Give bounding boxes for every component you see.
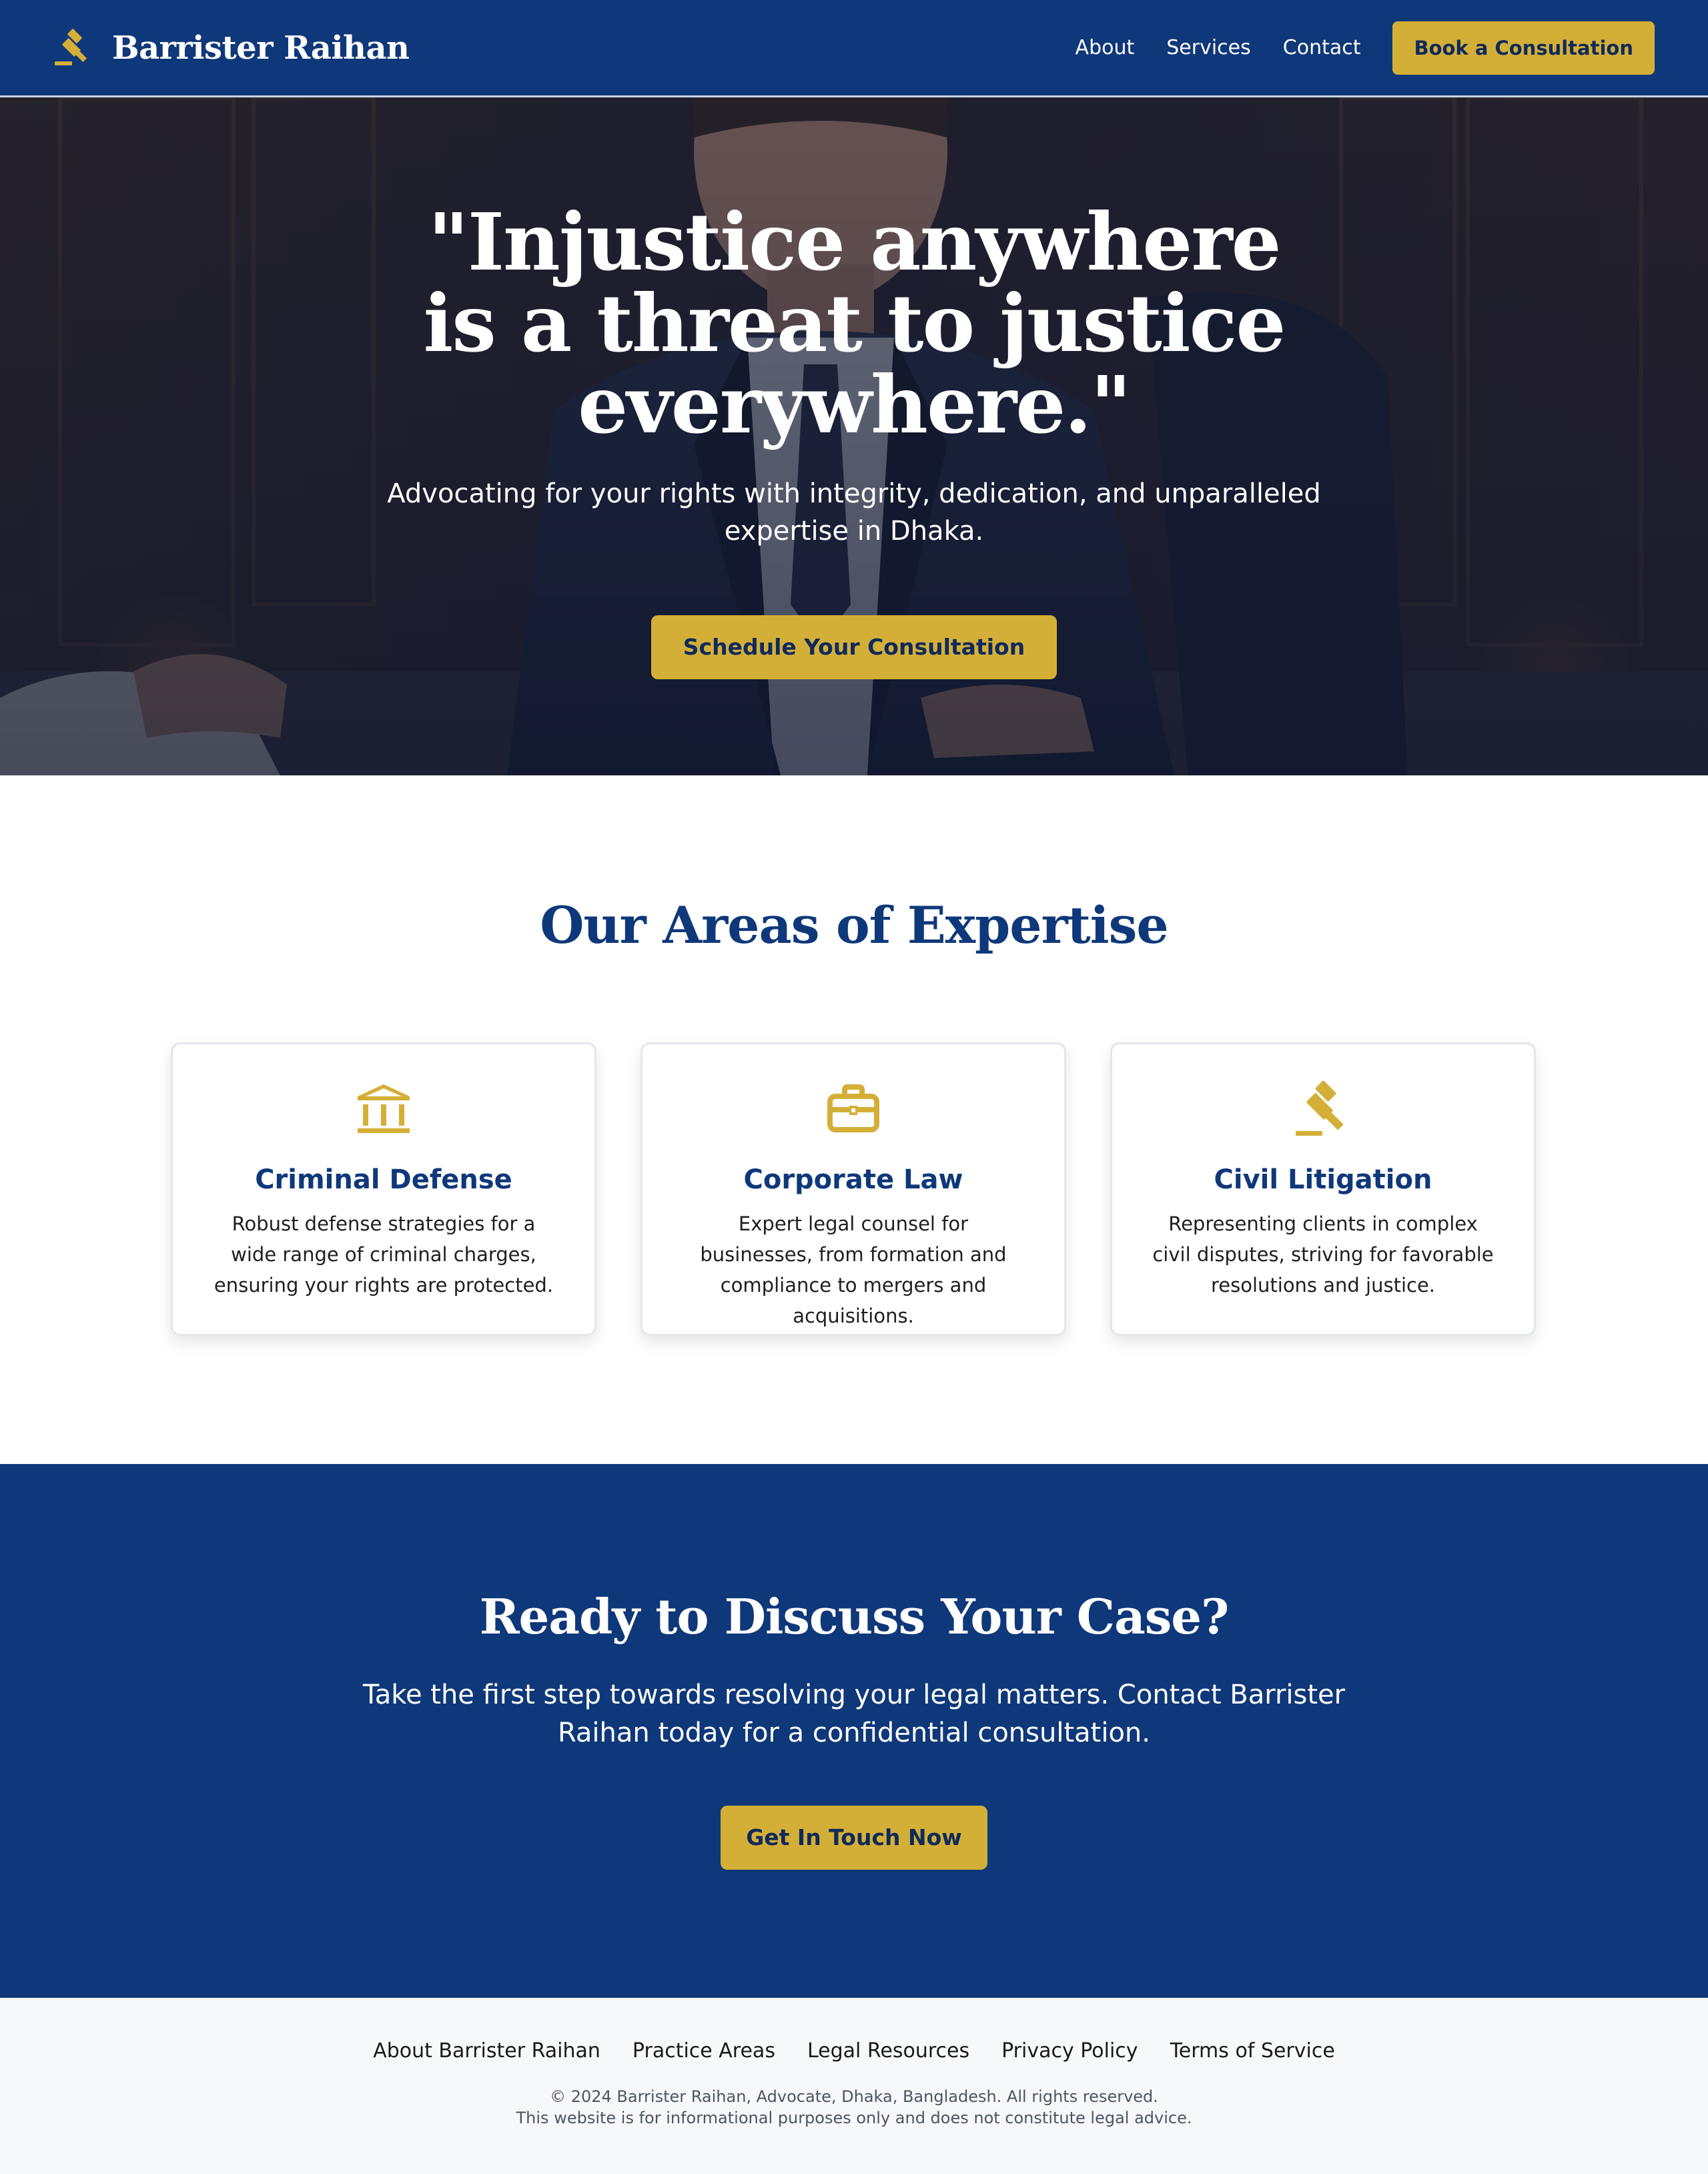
courthouse-icon [358, 1084, 410, 1133]
card-description: Robust defense strategies for a wide ran… [214, 1212, 554, 1297]
card-title: Criminal Defense [255, 1164, 512, 1195]
get-in-touch-button[interactable]: Get In Touch Now [721, 1806, 987, 1870]
cta-subtitle: Take the first step towards resolving yo… [362, 1680, 1346, 1748]
nav-about[interactable]: About [1076, 36, 1135, 59]
hero-subtitle: Advocating for your rights with integrit… [387, 478, 1321, 547]
card-civil-litigation: Civil Litigation Representing clients in… [1110, 1042, 1536, 1336]
footer-link-practice-areas[interactable]: Practice Areas [632, 2039, 775, 2063]
footer-link-privacy-policy[interactable]: Privacy Policy [1001, 2039, 1138, 2063]
gavel-icon [55, 28, 87, 65]
footer-link-about[interactable]: About Barrister Raihan [373, 2039, 600, 2063]
footer-link-legal-resources[interactable]: Legal Resources [807, 2039, 969, 2063]
expertise-cards: Criminal Defense Robust defense strategi… [171, 1042, 1537, 1336]
card-description: Representing clients in complex civil di… [1152, 1212, 1494, 1297]
card-description: Expert legal counsel for businesses, fro… [700, 1212, 1007, 1327]
gavel-icon [1296, 1080, 1344, 1136]
schedule-consultation-button[interactable]: Schedule Your Consultation [651, 615, 1057, 679]
footer-link-terms[interactable]: Terms of Service [1170, 2039, 1335, 2063]
expertise-section: Our Areas of Expertise Criminal Defense … [0, 775, 1708, 1464]
card-criminal-defense: Criminal Defense Robust defense strategi… [171, 1042, 596, 1336]
main-nav: About Services Contact Book a Consultati… [1076, 21, 1655, 75]
hero-section: "Injustice anywhere is a threat to justi… [0, 97, 1708, 775]
footer-links: About Barrister Raihan Practice Areas Le… [0, 2039, 1708, 2063]
copyright-text: © 2024 Barrister Raihan, Advocate, Dhaka… [550, 2087, 1158, 2106]
hero-quote: "Injustice anywhere is a threat to justi… [423, 196, 1286, 451]
card-corporate-law: Corporate Law Expert legal counsel for b… [640, 1042, 1066, 1336]
brand[interactable]: Barrister Raihan [53, 28, 410, 68]
book-consultation-button[interactable]: Book a Consultation [1392, 21, 1655, 75]
briefcase-icon [827, 1084, 879, 1132]
site-footer: About Barrister Raihan Practice Areas Le… [0, 1998, 1708, 2174]
brand-name: Barrister Raihan [112, 29, 410, 67]
cta-section: Ready to Discuss Your Case? Take the fir… [0, 1464, 1708, 1998]
nav-contact[interactable]: Contact [1283, 36, 1361, 59]
footer-legal: © 2024 Barrister Raihan, Advocate, Dhaka… [0, 2086, 1708, 2129]
expertise-title: Our Areas of Expertise [540, 895, 1169, 955]
site-header: Barrister Raihan About Services Contact … [0, 0, 1708, 97]
nav-services[interactable]: Services [1166, 36, 1251, 59]
disclaimer-text: This website is for informational purpos… [516, 2109, 1192, 2127]
hero-content: "Injustice anywhere is a threat to justi… [0, 97, 1708, 775]
card-title: Civil Litigation [1214, 1164, 1432, 1195]
card-title: Corporate Law [743, 1164, 963, 1195]
cta-title: Ready to Discuss Your Case? [479, 1588, 1230, 1645]
